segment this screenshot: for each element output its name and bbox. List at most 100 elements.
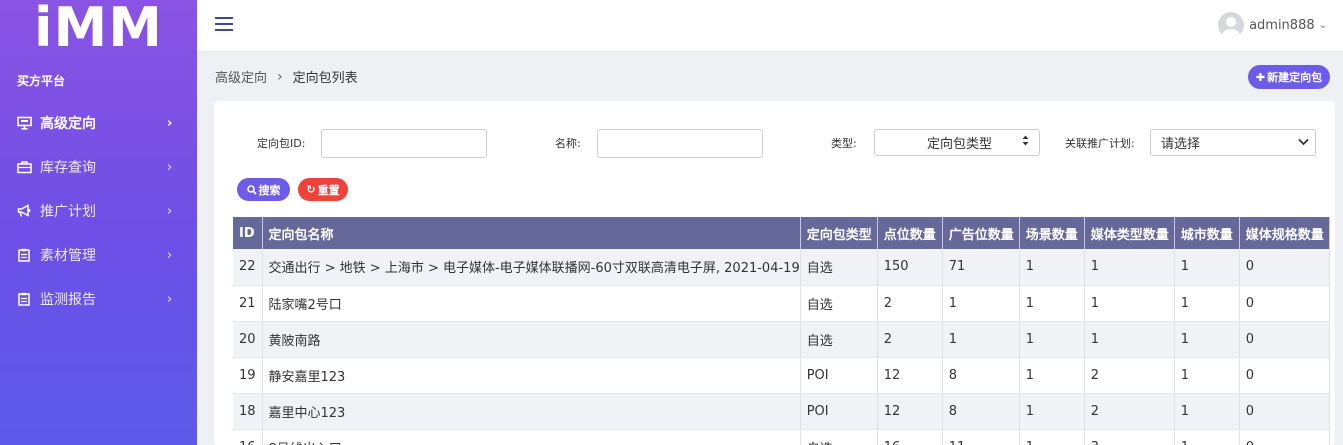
sidebar-item-reports[interactable]: 监测报告 ›: [0, 277, 197, 321]
table-header-row: ID 定向包名称 定向包类型 点位数量 广告位数量 场景数量 媒体类型数量 城市数量 媒体规格数…: [233, 217, 1330, 249]
breadcrumb-parent[interactable]: 高级定向: [215, 67, 267, 86]
table-cell: 150: [877, 249, 943, 286]
table-row[interactable]: 21 陆家嘴2号口 自选 2 1 1 1 1 0: [233, 285, 1330, 322]
id-filter-input[interactable]: [321, 129, 487, 158]
table-cell: 22: [233, 249, 263, 286]
type-filter-label: 类型:: [831, 137, 857, 150]
reset-button[interactable]: ↻ 重置: [298, 178, 348, 201]
report-icon: [16, 291, 32, 307]
table-cell: 1: [1084, 285, 1175, 322]
table-cell: 2: [1084, 357, 1175, 394]
monitor-icon: [16, 115, 32, 131]
table-cell: 0: [1239, 249, 1330, 286]
type-filter-value: 定向包类型: [927, 137, 993, 152]
chevron-right-icon: ›: [167, 247, 173, 263]
new-targeting-package-button[interactable]: ✚ 新建定向包: [1248, 65, 1330, 89]
column-header[interactable]: 定向包名称: [262, 217, 801, 249]
table-cell: 0: [1239, 393, 1330, 430]
table-cell: 1: [1019, 249, 1085, 286]
column-header[interactable]: 媒体类型数量: [1084, 217, 1175, 249]
table-cell: 71: [942, 249, 1020, 286]
breadcrumb-current: 定向包列表: [292, 71, 358, 86]
table-cell: 0: [1239, 321, 1330, 358]
chevron-down-icon: [1298, 135, 1309, 150]
table-cell: 陆家嘴2号口: [262, 285, 801, 322]
name-filter-input[interactable]: [597, 129, 763, 158]
table-row[interactable]: 19 静安嘉里123 POI 12 8 1 2 1 0: [233, 357, 1330, 394]
table-cell: 20: [233, 321, 263, 358]
table-cell: 1: [1019, 357, 1085, 394]
content-card: 定向包ID: 名称: 类型: 定向包类型 关联推广计划: 请选择 搜索 ↻ 重置…: [214, 101, 1335, 445]
table-cell: 0: [1239, 285, 1330, 322]
sidebar-item-label: 监测报告: [40, 292, 96, 308]
table-cell: 静安嘉里123: [262, 357, 801, 394]
chevron-right-icon: ›: [167, 203, 173, 219]
avatar: [1218, 12, 1245, 38]
search-button[interactable]: 搜索: [237, 178, 290, 201]
column-header[interactable]: ID: [233, 217, 263, 249]
table-cell: 0: [1239, 357, 1330, 394]
breadcrumb: 高级定向 › 定向包列表: [215, 67, 358, 87]
sidebar: iMM 买方平台 高级定向 › 库存查询 › 推广计划 › 素材管理 › 监测报…: [0, 0, 197, 445]
menu-toggle-icon[interactable]: [215, 17, 233, 33]
table-cell: 1: [942, 321, 1020, 358]
table-row[interactable]: 168号线出入口自选16111310: [233, 429, 1330, 445]
name-filter-label: 名称:: [555, 137, 581, 150]
sidebar-item-campaigns[interactable]: 推广计划 ›: [0, 189, 197, 233]
sidebar-item-materials[interactable]: 素材管理 ›: [0, 233, 197, 277]
plan-filter-label: 关联推广计划:: [1065, 137, 1135, 150]
targeting-package-table: ID 定向包名称 定向包类型 点位数量 广告位数量 场景数量 媒体类型数量 城市数量 媒体规格数…: [233, 217, 1330, 445]
table-row[interactable]: 20 黄陂南路 自选 2 1 1 1 1 0: [233, 321, 1330, 358]
table-cell: 1: [1019, 285, 1085, 322]
type-filter-select[interactable]: 定向包类型: [874, 129, 1040, 156]
table-cell: 交通出行 > 地铁 > 上海市 > 电子媒体-电子媒体联播网-60寸双联高清电子…: [262, 249, 801, 286]
sidebar-item-inventory[interactable]: 库存查询 ›: [0, 145, 197, 189]
table-cell: 1: [1174, 429, 1240, 445]
table-cell: 1: [1019, 393, 1085, 430]
table-cell: 自选: [800, 249, 878, 286]
id-filter-label: 定向包ID:: [257, 137, 306, 150]
table-row[interactable]: 22 交通出行 > 地铁 > 上海市 > 电子媒体-电子媒体联播网-60寸双联高清…: [233, 249, 1330, 286]
column-header[interactable]: 城市数量: [1174, 217, 1240, 249]
table-cell: 1: [1174, 249, 1240, 286]
sidebar-item-label: 推广计划: [40, 204, 96, 220]
new-button-label: 新建定向包: [1267, 71, 1323, 84]
refresh-icon: ↻: [306, 183, 316, 196]
table-cell: 1: [1174, 285, 1240, 322]
plan-filter-select[interactable]: 请选择: [1150, 129, 1316, 156]
column-header[interactable]: 广告位数量: [942, 217, 1020, 249]
plus-icon: ✚: [1255, 70, 1266, 84]
table-cell: 0: [1239, 429, 1330, 445]
search-button-label: 搜索: [258, 183, 281, 197]
sidebar-item-advanced-targeting[interactable]: 高级定向 ›: [0, 101, 197, 145]
table-row[interactable]: 18 嘉里中心123 POI 12 8 1 2 1 0: [233, 393, 1330, 430]
table-cell: 8号线出入口: [262, 429, 801, 445]
table-cell: 1: [942, 285, 1020, 322]
table-cell: 12: [877, 393, 943, 430]
column-header[interactable]: 媒体规格数量: [1239, 217, 1330, 249]
table-cell: 1: [1174, 321, 1240, 358]
table-cell: 自选: [800, 321, 878, 358]
column-header[interactable]: 定向包类型: [800, 217, 878, 249]
table-cell: 2: [877, 285, 943, 322]
plan-filter-value: 请选择: [1161, 137, 1201, 152]
sidebar-item-label: 库存查询: [40, 160, 96, 176]
column-header[interactable]: 场景数量: [1019, 217, 1085, 249]
column-header[interactable]: 点位数量: [877, 217, 943, 249]
table-cell: 12: [877, 357, 943, 394]
megaphone-icon: [16, 203, 32, 219]
top-bar: admin888 ⌄: [197, 0, 1343, 52]
logo[interactable]: iMM: [0, 0, 197, 60]
platform-label: 买方平台: [17, 74, 66, 88]
sidebar-item-label: 素材管理: [40, 248, 96, 264]
user-menu[interactable]: admin888 ⌄: [1218, 12, 1327, 38]
table-cell: 8: [942, 357, 1020, 394]
chevron-right-icon: ›: [167, 115, 173, 131]
table-cell: 2: [877, 321, 943, 358]
clipboard-icon: [16, 247, 32, 263]
table-cell: 3: [1084, 429, 1175, 445]
table-cell: 1: [1019, 429, 1085, 445]
table-cell: 1: [1174, 393, 1240, 430]
table-cell: 自选: [800, 285, 878, 322]
table-cell: 16: [233, 429, 263, 445]
